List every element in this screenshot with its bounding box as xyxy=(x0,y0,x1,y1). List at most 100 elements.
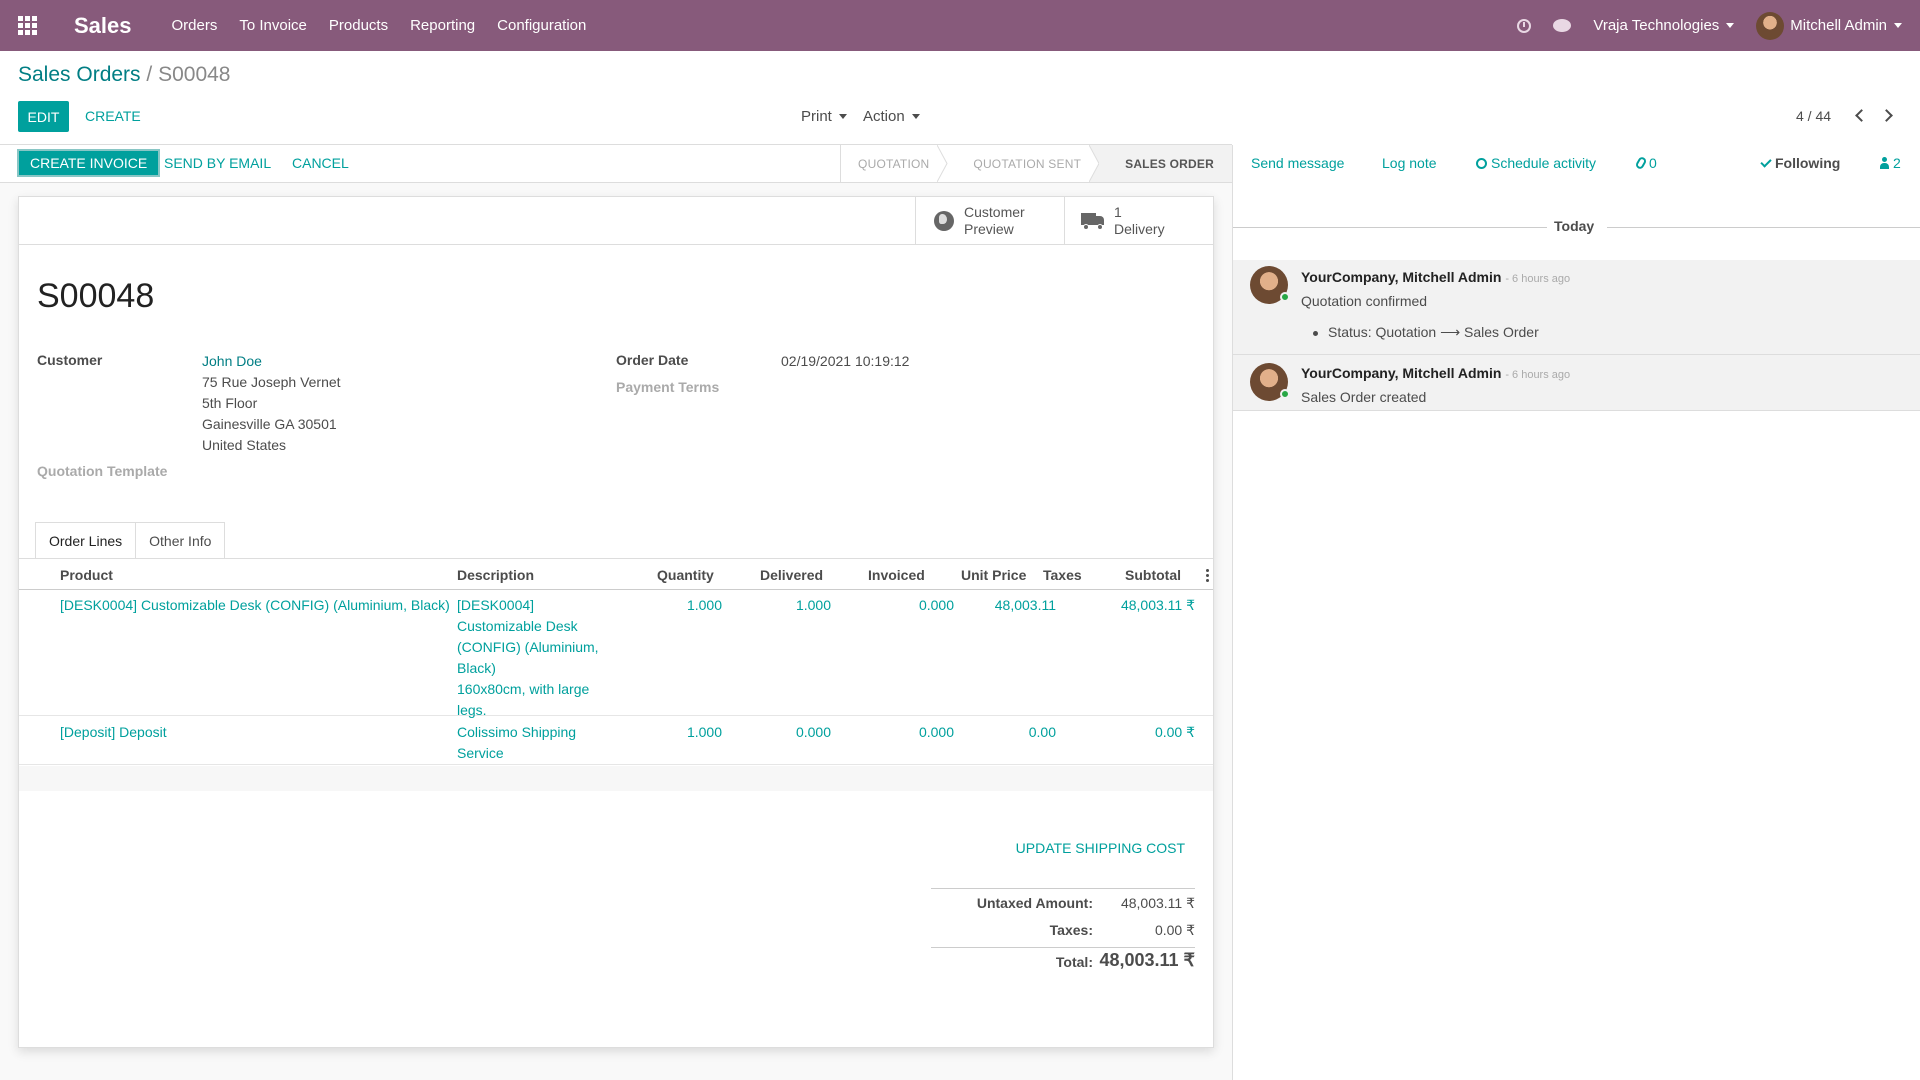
author-avatar[interactable] xyxy=(1250,266,1290,304)
apps-menu-icon[interactable] xyxy=(0,0,54,51)
globe-icon xyxy=(934,210,954,231)
customer-link[interactable]: John Doe xyxy=(202,351,262,372)
caret-down-icon xyxy=(838,114,847,119)
order-lines-header: Product Description Quantity Delivered I… xyxy=(19,559,1213,590)
followers-button[interactable]: 2 xyxy=(1880,155,1901,171)
address-line-3: Gainesville GA 30501 xyxy=(202,416,337,432)
line-description-text: Colissimo Shipping xyxy=(457,724,577,740)
activities-clock-icon[interactable] xyxy=(1517,18,1532,33)
print-label: Print xyxy=(801,108,832,125)
line-delivered: 1.000 xyxy=(795,597,831,613)
stage-quotation[interactable]: QUOTATION xyxy=(841,145,948,182)
address-line-1: 75 Rue Joseph Vernet xyxy=(202,374,341,390)
tab-order-lines[interactable]: Order Lines xyxy=(35,522,137,559)
menu-configuration[interactable]: Configuration xyxy=(497,17,586,34)
totals-bottom-line xyxy=(931,947,1195,948)
delivery-smart-button[interactable]: 1 Delivery xyxy=(1064,197,1214,244)
breadcrumb-sales-orders[interactable]: Sales Orders xyxy=(18,63,141,86)
menu-to-invoice[interactable]: To Invoice xyxy=(239,17,307,34)
optional-columns-icon[interactable] xyxy=(1206,569,1209,583)
table-row[interactable]: [DESK0004] Customizable Desk (CONFIG) (A… xyxy=(19,590,1213,718)
chatter-message: YourCompany, Mitchell Admin - 6 hours ag… xyxy=(1233,355,1920,411)
pager-next-icon[interactable] xyxy=(1880,107,1900,125)
menu-reporting[interactable]: Reporting xyxy=(410,17,475,34)
col-invoiced[interactable]: Invoiced xyxy=(868,567,925,583)
line-subtotal: 48,003.11 ₹ xyxy=(1120,597,1195,613)
user-menu[interactable]: Mitchell Admin xyxy=(1756,11,1902,40)
col-delivered[interactable]: Delivered xyxy=(760,567,823,583)
payment-terms-label: Payment Terms xyxy=(616,379,720,395)
col-subtotal[interactable]: Subtotal xyxy=(1125,567,1181,583)
message-time: - 6 hours ago xyxy=(1505,273,1571,285)
line-product: [Deposit] Deposit xyxy=(60,724,167,740)
table-row[interactable]: [Deposit] Deposit Colissimo Shipping Ser… xyxy=(19,716,1213,765)
line-description-text: 160x80cm, with large xyxy=(457,681,590,697)
stage-sales-order[interactable]: SALES ORDER xyxy=(1099,145,1232,182)
line-unit-price: 48,003.11 xyxy=(994,597,1056,613)
create-invoice-button[interactable]: CREATE INVOICE xyxy=(17,149,161,177)
col-description[interactable]: Description xyxy=(457,567,534,583)
date-separator-label: Today xyxy=(1554,218,1595,234)
status-stages: QUOTATION QUOTATION SENT SALES ORDER xyxy=(840,145,1232,182)
preview-label-1: Customer xyxy=(964,203,1025,220)
truck-icon xyxy=(1081,212,1105,230)
action-label: Action xyxy=(863,108,905,125)
untaxed-amount-value: 48,003.11 ₹ xyxy=(1120,895,1195,911)
menu-products[interactable]: Products xyxy=(329,17,388,34)
tab-other-info[interactable]: Other Info xyxy=(135,522,226,559)
create-button[interactable]: CREATE xyxy=(85,108,141,124)
company-switcher[interactable]: Vraja Technologies xyxy=(1593,17,1735,34)
message-author-name[interactable]: YourCompany, Mitchell Admin xyxy=(1301,365,1501,381)
line-quantity: 1.000 xyxy=(686,724,722,740)
attachments-count: 0 xyxy=(1649,155,1657,171)
messaging-chat-icon[interactable] xyxy=(1553,19,1572,32)
address-line-4: United States xyxy=(202,437,287,453)
clock-icon xyxy=(1476,158,1487,169)
empty-row xyxy=(19,766,1213,791)
delivery-label: Delivery xyxy=(1114,220,1165,237)
author-avatar[interactable] xyxy=(1250,363,1290,401)
col-unit-price[interactable]: Unit Price xyxy=(961,567,1026,583)
cancel-button[interactable]: CANCEL xyxy=(292,155,349,171)
pager-value[interactable]: 4 / 44 xyxy=(1796,108,1831,124)
line-description: Colissimo Shipping Service xyxy=(457,722,607,764)
edit-button[interactable]: EDIT xyxy=(18,101,69,132)
menu-orders[interactable]: Orders xyxy=(172,17,218,34)
stage-quotation-sent[interactable]: QUOTATION SENT xyxy=(947,145,1110,182)
line-subtotal: 0.00 ₹ xyxy=(1154,724,1195,740)
app-name[interactable]: Sales xyxy=(74,13,132,39)
send-by-email-button[interactable]: SEND BY EMAIL xyxy=(164,155,271,171)
chatter-message: YourCompany, Mitchell Admin - 6 hours ag… xyxy=(1233,260,1920,355)
untaxed-amount-label: Untaxed Amount: xyxy=(976,895,1093,911)
message-author: YourCompany, Mitchell Admin - 6 hours ag… xyxy=(1301,365,1570,381)
line-description-text: (CONFIG) (Aluminium, xyxy=(457,639,599,655)
notebook-tabs: Order Lines Other Info xyxy=(35,522,226,559)
print-dropdown[interactable]: Print xyxy=(801,108,847,125)
following-button[interactable]: Following xyxy=(1760,155,1840,171)
online-status-icon xyxy=(1280,389,1290,399)
customer-label: Customer xyxy=(37,352,103,368)
col-quantity[interactable]: Quantity xyxy=(657,567,714,583)
message-author-name[interactable]: YourCompany, Mitchell Admin xyxy=(1301,269,1501,285)
col-product[interactable]: Product xyxy=(60,567,113,583)
col-taxes[interactable]: Taxes xyxy=(1043,567,1082,583)
schedule-activity-button[interactable]: Schedule activity xyxy=(1476,155,1596,171)
separator-line xyxy=(1607,227,1920,228)
caret-down-icon xyxy=(911,114,920,119)
form-statusbar: CREATE INVOICE SEND BY EMAIL CANCEL QUOT… xyxy=(0,145,1232,183)
line-description-text: [DESK0004] xyxy=(457,597,535,613)
chatter-topbar: Send message Log note Schedule activity … xyxy=(1233,145,1920,183)
message-time: - 6 hours ago xyxy=(1505,369,1571,381)
customer-preview-button[interactable]: Customer Preview xyxy=(915,197,1065,244)
pager-previous-icon[interactable] xyxy=(1852,107,1872,125)
log-note-button[interactable]: Log note xyxy=(1382,155,1437,171)
action-dropdown[interactable]: Action xyxy=(863,108,920,125)
followers-count: 2 xyxy=(1893,155,1901,171)
paperclip-icon xyxy=(1634,155,1648,171)
update-shipping-cost-button[interactable]: UPDATE SHIPPING COST xyxy=(1016,840,1185,856)
send-message-button[interactable]: Send message xyxy=(1251,155,1344,171)
stage-sales-order-label: SALES ORDER xyxy=(1125,156,1214,171)
breadcrumb-separator: / xyxy=(146,63,153,86)
user-avatar xyxy=(1756,11,1785,40)
attachments-button[interactable]: 0 xyxy=(1634,155,1657,171)
